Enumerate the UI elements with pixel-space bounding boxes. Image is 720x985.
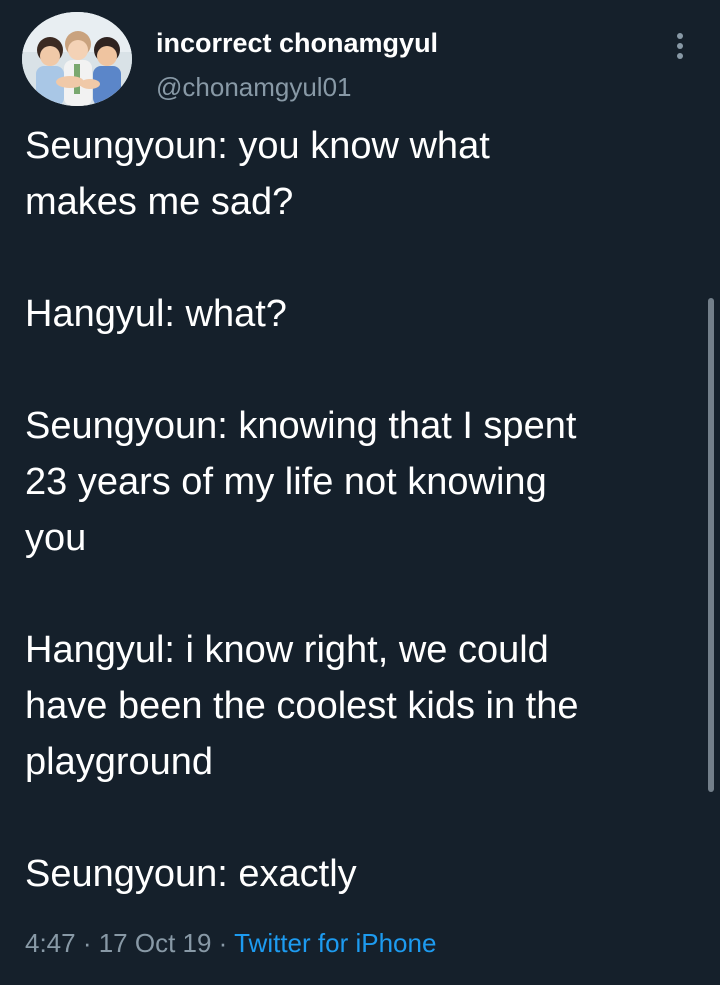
more-vertical-icon[interactable]: [662, 26, 698, 66]
tweet-line: makes me sad?: [25, 181, 294, 223]
tweet-line-gap: [25, 790, 685, 846]
tweet-text: Seungyoun: you know what makes me sad? H…: [25, 118, 685, 902]
meta-separator: ·: [211, 928, 235, 958]
avatar-photo: [22, 12, 132, 106]
avatar[interactable]: [22, 12, 132, 106]
tweet-meta: 4:47 · 17 Oct 19 · Twitter for iPhone: [25, 928, 436, 959]
tweet: incorrect chonamgyul @chonamgyul01 Seung…: [0, 0, 720, 985]
tweet-time: 4:47: [25, 928, 76, 958]
tweet-source-link[interactable]: Twitter for iPhone: [234, 928, 436, 958]
meta-separator: ·: [75, 928, 99, 958]
tweet-line-gap: [25, 566, 685, 622]
display-name[interactable]: incorrect chonamgyul: [156, 28, 438, 59]
tweet-header: incorrect chonamgyul @chonamgyul01: [22, 12, 698, 108]
tweet-line: you: [25, 517, 87, 559]
scrollbar[interactable]: [708, 298, 714, 792]
tweet-line: Seungyoun: knowing that I spent: [25, 405, 577, 447]
tweet-line: have been the coolest kids in the: [25, 685, 579, 727]
tweet-line-gap: [25, 342, 685, 398]
tweet-line: Hangyul: what?: [25, 293, 287, 335]
tweet-line: Hangyul: i know right, we could: [25, 629, 549, 671]
tweet-line: Seungyoun: you know what: [25, 125, 490, 167]
tweet-line: Seungyoun: exactly: [25, 853, 357, 895]
tweet-date: 17 Oct 19: [98, 928, 212, 958]
tweet-line-gap: [25, 230, 685, 286]
handle[interactable]: @chonamgyul01: [156, 72, 352, 103]
tweet-line: playground: [25, 741, 214, 783]
tweet-line: 23 years of my life not knowing: [25, 461, 547, 503]
